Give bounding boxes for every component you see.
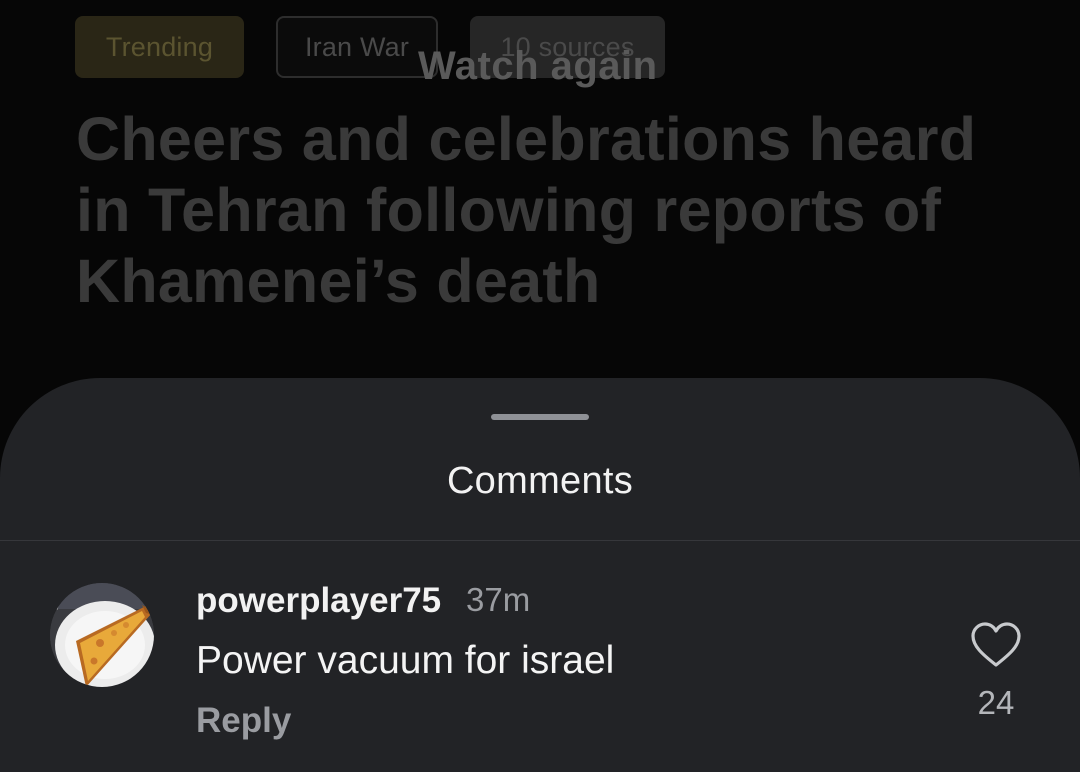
- tag-trending[interactable]: Trending: [75, 16, 244, 78]
- tag-topic[interactable]: Iran War: [276, 16, 438, 78]
- reply-button[interactable]: Reply: [196, 701, 291, 741]
- comments-sheet: Comments /// powerplayer75 37m Power vac…: [0, 378, 1080, 772]
- screen: Trending Iran War 10 sources Watch again…: [0, 0, 1080, 772]
- comment-text: Power vacuum for israel: [196, 639, 615, 682]
- article-headline: Cheers and celebrations heard in Tehran …: [76, 105, 977, 315]
- article-background: Trending Iran War 10 sources Watch again…: [0, 0, 1080, 400]
- sheet-title: Comments: [446, 460, 634, 502]
- watch-again-button[interactable]: Watch again: [418, 44, 658, 89]
- tag-label: Iran War: [304, 31, 410, 62]
- avatar[interactable]: ///: [50, 583, 154, 687]
- sheet-drag-handle[interactable]: [491, 414, 589, 420]
- pizza-slice-avatar-icon: ///: [50, 583, 154, 687]
- like-count: 24: [977, 684, 1015, 721]
- svg-text:///: ///: [52, 603, 60, 611]
- comment-item: /// powerplayer75 37m Power vacuum for i…: [0, 541, 1080, 772]
- tag-label: Trending: [105, 31, 214, 62]
- comment-username[interactable]: powerplayer75: [196, 581, 441, 621]
- comment-timestamp: 37m: [466, 581, 531, 618]
- like-button[interactable]: [970, 621, 1022, 669]
- heart-icon: [971, 622, 1021, 667]
